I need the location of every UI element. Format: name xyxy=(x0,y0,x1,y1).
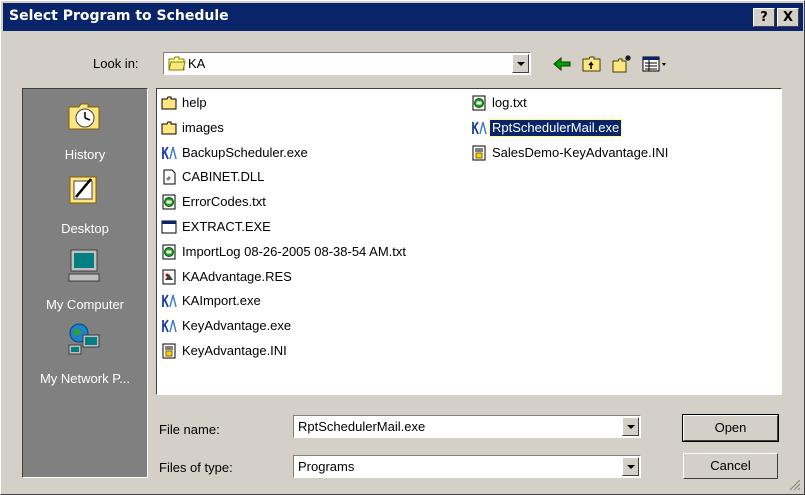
file-name: ErrorCodes.txt xyxy=(182,194,266,210)
text-file-icon xyxy=(162,194,176,210)
window-title: Select Program to Schedule xyxy=(9,8,229,24)
resize-grip-icon[interactable] xyxy=(789,479,801,491)
place-my-computer[interactable]: My Computer xyxy=(23,247,147,317)
folder-icon xyxy=(161,96,177,110)
file-name: images xyxy=(182,119,224,135)
filetype-dropdown[interactable]: Programs xyxy=(293,455,641,478)
back-arrow-icon[interactable] xyxy=(551,53,573,75)
place-history[interactable]: History xyxy=(23,97,147,167)
file-list[interactable]: help images BackupScheduler.exe CABINET.DLL… xyxy=(156,88,782,395)
view-menu-icon[interactable] xyxy=(641,53,669,75)
file-name: SalesDemo-KeyAdvantage.INI xyxy=(492,144,669,160)
lookin-label: Look in: xyxy=(93,56,139,71)
file-name: RptSchedulerMail.exe xyxy=(488,118,623,137)
filename-dropdown-arrow[interactable] xyxy=(622,417,639,436)
file-name: KeyAdvantage.exe xyxy=(182,318,292,334)
places-bar: History Desktop My Computer My Network P… xyxy=(22,88,148,478)
folder-icon xyxy=(161,121,177,135)
ka-app-icon xyxy=(162,146,177,159)
ini-file-icon xyxy=(472,145,486,161)
filetype-dropdown-arrow[interactable] xyxy=(622,457,639,476)
place-label-my-network: My Network P... xyxy=(39,371,131,386)
place-label-my-computer: My Computer xyxy=(45,297,125,312)
up-one-level-icon[interactable] xyxy=(581,53,603,75)
text-file-icon xyxy=(162,244,176,260)
place-desktop[interactable]: Desktop xyxy=(23,171,147,241)
lookin-dropdown[interactable]: KA xyxy=(163,52,531,75)
ka-app-icon xyxy=(472,121,487,135)
filename-value[interactable]: RptSchedulerMail.exe xyxy=(298,419,425,434)
place-label-desktop: Desktop xyxy=(61,221,109,236)
my-computer-icon xyxy=(68,249,100,282)
file-name: log.txt xyxy=(492,95,527,110)
close-button[interactable]: X xyxy=(777,8,799,27)
open-button[interactable]: Open xyxy=(682,414,779,442)
filetype-value: Programs xyxy=(298,459,355,474)
filetype-label: Files of type: xyxy=(159,460,233,475)
my-network-places-icon xyxy=(68,323,100,355)
file-name: CABINET.DLL xyxy=(182,169,265,185)
exe-file-icon xyxy=(161,220,177,234)
ka-app-icon xyxy=(162,319,177,333)
file-name: BackupScheduler.exe xyxy=(182,144,308,160)
filename-combo[interactable]: RptSchedulerMail.exe xyxy=(293,415,641,438)
res-file-icon xyxy=(162,269,176,285)
filename-label: File name: xyxy=(159,422,220,437)
file-name: ImportLog 08-26-2005 08-38-54 AM.txt xyxy=(182,243,407,259)
file-name: KAImport.exe xyxy=(182,293,261,309)
place-label-history: History xyxy=(64,147,106,162)
dll-file-icon xyxy=(163,169,176,185)
ini-file-icon xyxy=(162,343,176,359)
desktop-icon xyxy=(69,176,97,204)
help-button[interactable]: ? xyxy=(753,8,775,27)
file-name: EXTRACT.EXE xyxy=(182,219,271,234)
file-name: KAAdvantage.RES xyxy=(182,268,292,284)
file-name: KeyAdvantage.INI xyxy=(182,343,287,358)
place-my-network[interactable]: My Network P... xyxy=(23,321,147,391)
history-icon xyxy=(68,103,100,130)
select-program-dialog: Select Program to Schedule ? X Look in: … xyxy=(0,0,805,495)
cancel-button[interactable]: Cancel xyxy=(683,453,778,479)
text-file-icon xyxy=(472,95,486,111)
title-bar[interactable]: Select Program to Schedule ? X xyxy=(3,3,803,31)
folder-icon xyxy=(168,56,186,71)
ka-app-icon xyxy=(162,294,177,308)
lookin-value: KA xyxy=(188,56,206,71)
lookin-dropdown-arrow[interactable] xyxy=(512,54,529,73)
file-name: help xyxy=(182,95,207,110)
new-folder-icon[interactable] xyxy=(611,53,633,75)
